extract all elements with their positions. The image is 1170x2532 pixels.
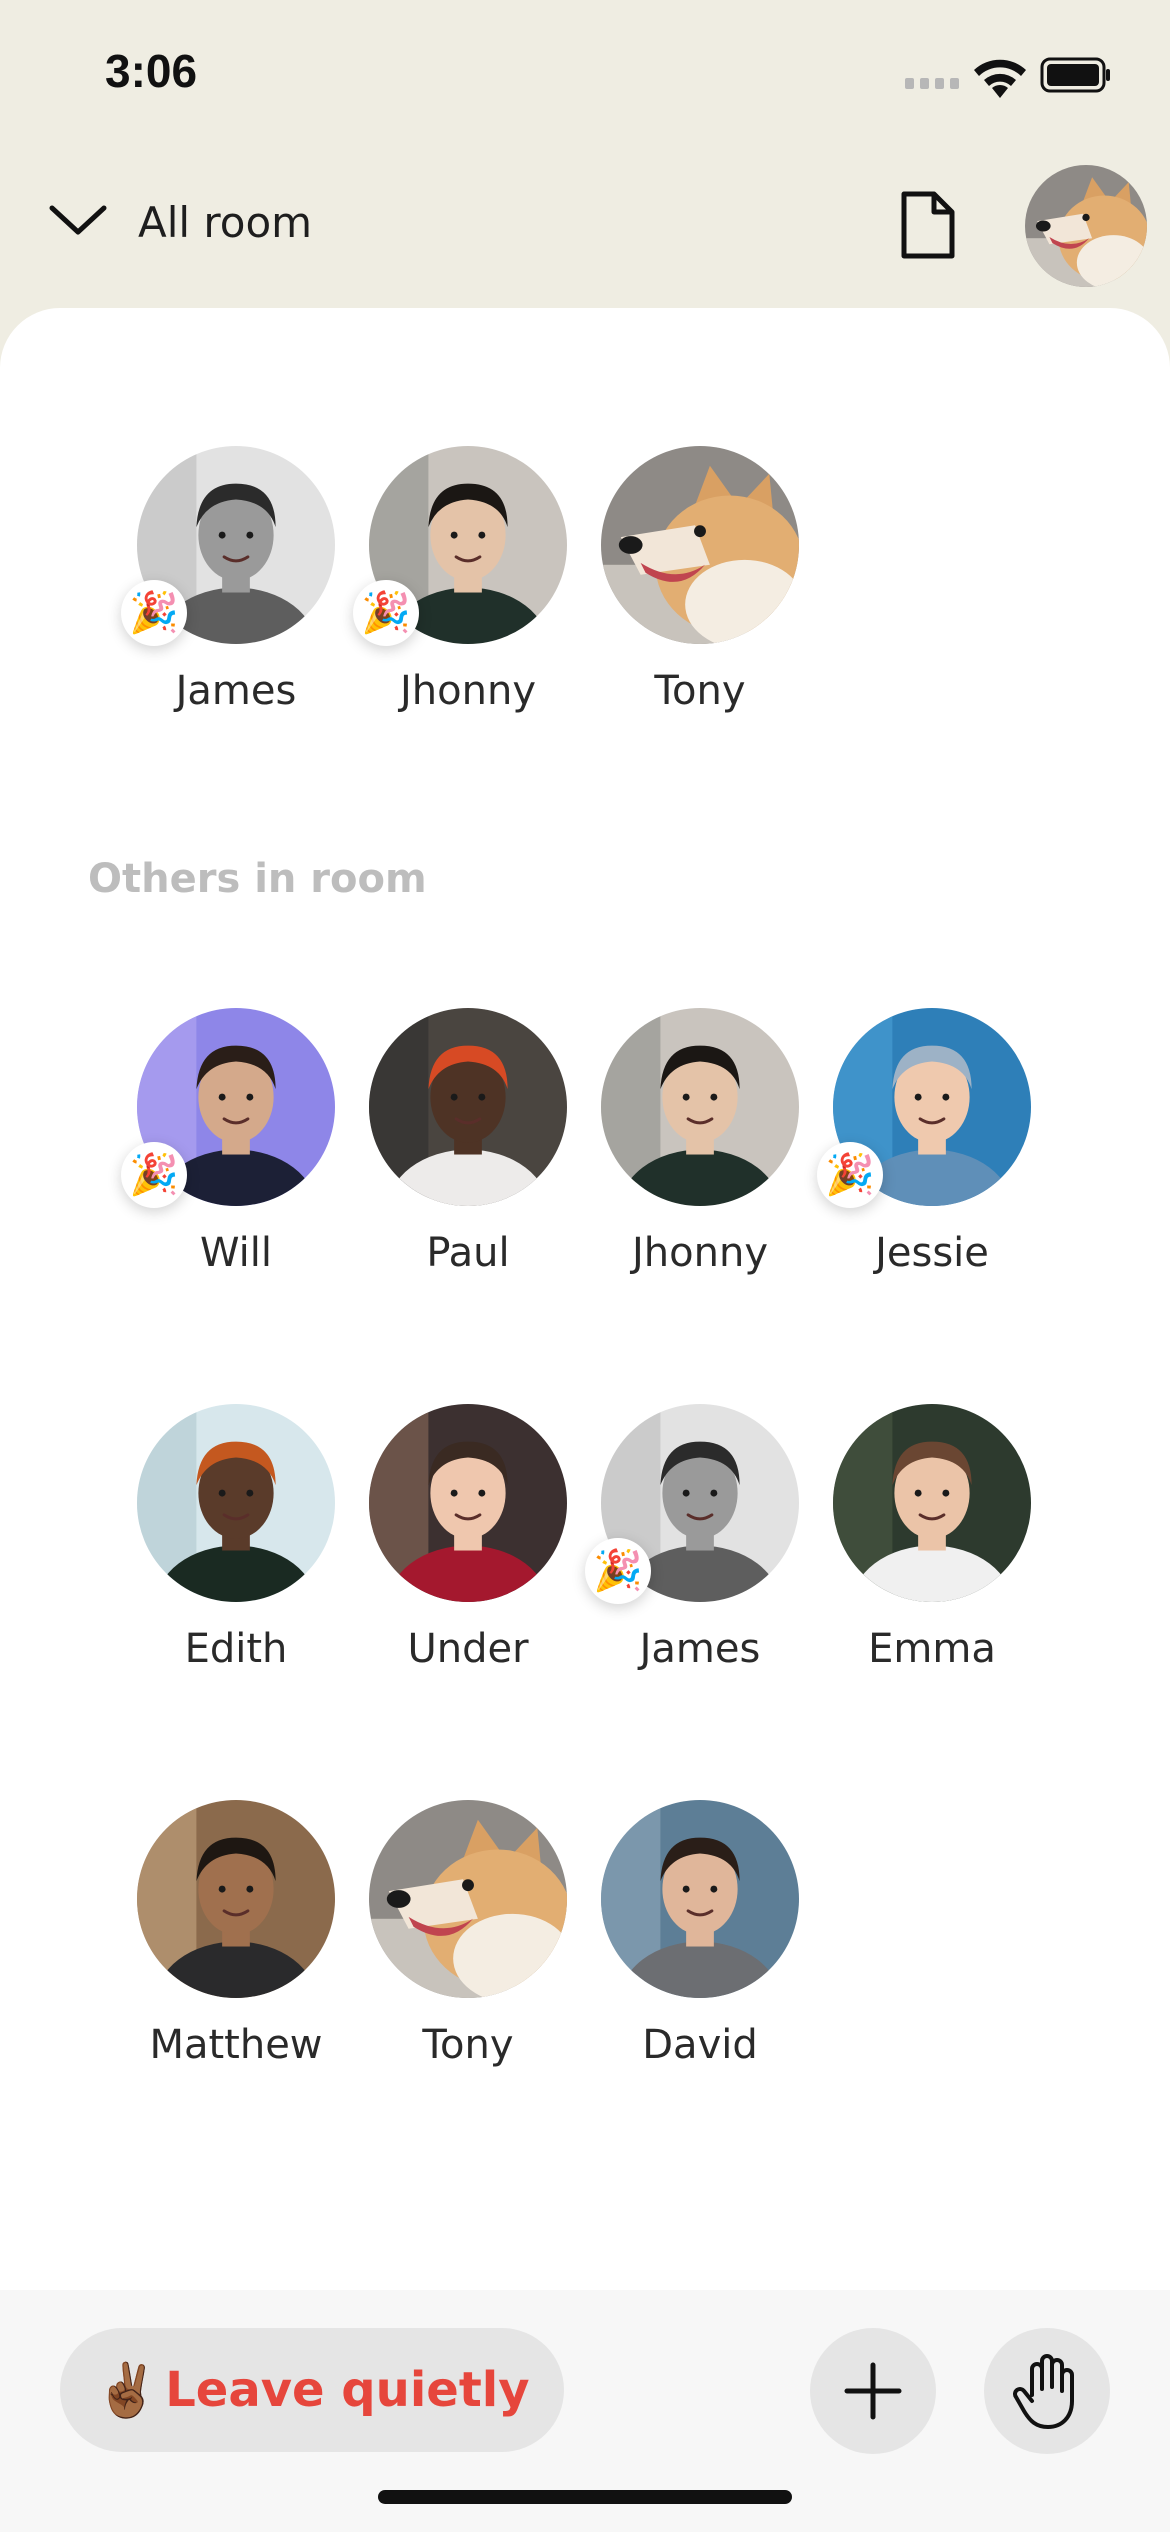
others-grid: 🎉 Will Paul Jhonny 🎉 Jessie Edith Under 🎉 James Em… [115, 1008, 1115, 2076]
participant-name: Tony [654, 668, 746, 714]
participant-photo [601, 1008, 799, 1206]
participant-avatar[interactable] [601, 1800, 799, 1998]
add-button[interactable] [810, 2328, 936, 2454]
participant-name: Emma [868, 1626, 996, 1672]
participant-avatar[interactable] [369, 1404, 567, 1602]
participant-photo [369, 1800, 567, 1998]
peace-hand-icon: ✌🏾 [94, 2360, 160, 2421]
participant-name: David [642, 2022, 758, 2068]
participant-tile[interactable]: David [579, 1800, 811, 2076]
participant-name: Edith [184, 1626, 288, 1672]
participant-name: Will [199, 1230, 272, 1276]
status-bar: 3:06 [0, 0, 1170, 150]
room-selector[interactable]: All room [138, 198, 312, 247]
status-time: 3:06 [105, 45, 198, 97]
party-popper-icon: 🎉 [585, 1538, 651, 1604]
participant-name: James [639, 1626, 761, 1672]
participant-tile[interactable]: 🎉 Jhonny [347, 446, 579, 722]
room-header: All room [0, 150, 1170, 310]
battery-icon [1040, 57, 1110, 93]
document-icon[interactable] [898, 188, 958, 262]
participant-name: Jhonny [400, 668, 536, 714]
participant-tile[interactable]: Matthew [115, 1800, 347, 2076]
participant-tile[interactable]: 🎉 Jessie [811, 1008, 1043, 1284]
participant-photo [833, 1404, 1031, 1602]
participant-tile[interactable]: Tony [579, 446, 811, 722]
participant-tile[interactable]: 🎉 James [115, 446, 347, 722]
speakers-grid: 🎉 James 🎉 Jhonny Tony [115, 446, 1115, 722]
room-card: 🎉 James 🎉 Jhonny Tony Others in room 🎉 Will Pa… [0, 308, 1170, 2318]
participant-photo [369, 1008, 567, 1206]
participant-tile[interactable]: Under [347, 1404, 579, 1680]
participant-tile[interactable]: Jhonny [579, 1008, 811, 1284]
party-popper-icon: 🎉 [353, 580, 419, 646]
participant-avatar[interactable] [369, 1800, 567, 1998]
cellular-signal-icon [905, 78, 961, 92]
leave-quietly-label: Leave quietly [165, 2362, 530, 2418]
participant-avatar[interactable] [369, 1008, 567, 1206]
party-popper-icon: 🎉 [121, 580, 187, 646]
participant-avatar[interactable] [833, 1404, 1031, 1602]
plus-icon [844, 2362, 902, 2420]
home-indicator [378, 2490, 792, 2504]
participant-tile[interactable]: Tony [347, 1800, 579, 2076]
participant-name: Tony [422, 2022, 514, 2068]
participant-name: Under [407, 1626, 529, 1672]
participant-name: Jhonny [632, 1230, 768, 1276]
participant-tile[interactable]: 🎉 James [579, 1404, 811, 1680]
participant-name: Paul [426, 1230, 510, 1276]
wifi-icon [974, 59, 1026, 98]
leave-quietly-button[interactable]: ✌🏾 Leave quietly [60, 2328, 564, 2452]
participant-avatar[interactable] [137, 1800, 335, 1998]
participant-avatar[interactable] [137, 1404, 335, 1602]
participant-photo [137, 1404, 335, 1602]
participant-photo [601, 1800, 799, 1998]
participant-name: James [175, 668, 297, 714]
participant-photo [137, 1800, 335, 1998]
raise-hand-button[interactable] [984, 2328, 1110, 2454]
participant-name: Jessie [875, 1230, 989, 1276]
raised-hand-icon [1013, 2354, 1074, 2429]
party-popper-icon: 🎉 [817, 1142, 883, 1208]
party-popper-icon: 🎉 [121, 1142, 187, 1208]
chevron-down-icon[interactable] [48, 200, 108, 240]
participant-tile[interactable]: Edith [115, 1404, 347, 1680]
participant-tile[interactable]: Emma [811, 1404, 1043, 1680]
participant-avatar[interactable] [601, 1008, 799, 1206]
others-section-label: Others in room [88, 856, 427, 902]
dog-photo [1025, 165, 1147, 287]
participant-avatar[interactable] [601, 446, 799, 644]
participant-photo [601, 446, 799, 644]
participant-tile[interactable]: Paul [347, 1008, 579, 1284]
profile-avatar[interactable] [1025, 165, 1147, 287]
participant-tile[interactable]: 🎉 Will [115, 1008, 347, 1284]
participant-name: Matthew [149, 2022, 323, 2068]
participant-photo [369, 1404, 567, 1602]
